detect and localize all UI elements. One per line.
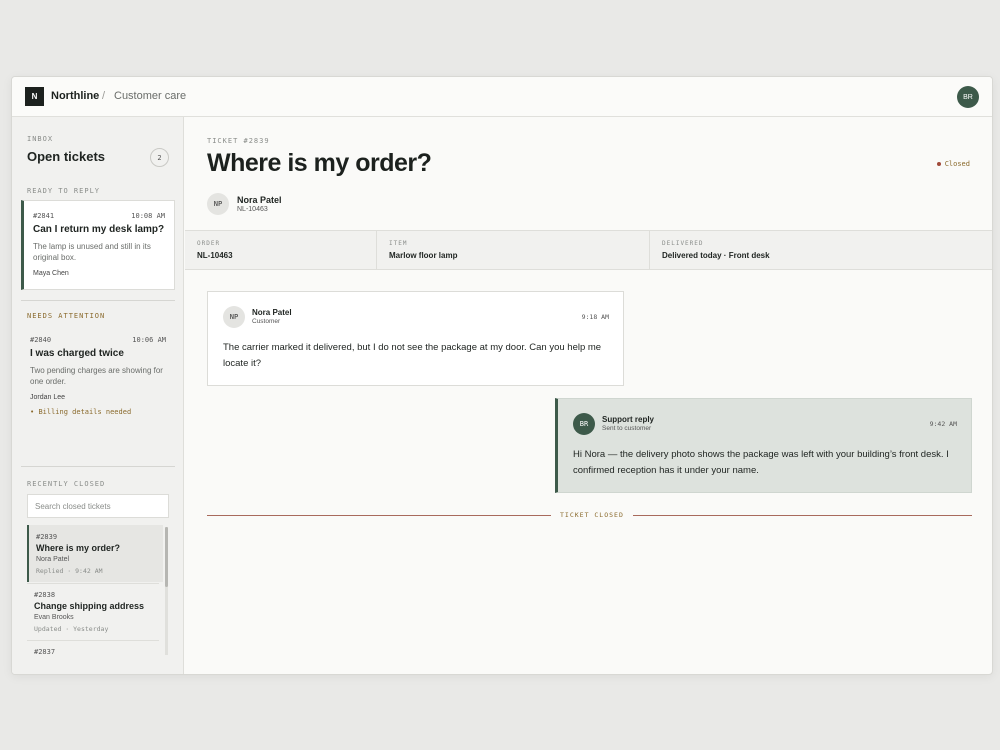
recently-closed-label: RECENTLY CLOSED [27, 480, 106, 488]
message-body: The carrier marked it delivered, but I d… [223, 342, 602, 369]
customer-avatar: NP [207, 193, 229, 215]
message-avatar: BR [573, 413, 595, 435]
detail-value: NL-10463 [197, 251, 233, 260]
open-count-badge: 2 [150, 148, 169, 167]
closed-search-input[interactable]: Search closed tickets [27, 494, 169, 518]
closed-ticket-id: #2837 [34, 648, 56, 656]
closed-ticket-2837[interactable]: #2837 [27, 640, 163, 657]
breadcrumb-separator: / [102, 90, 106, 102]
closed-list-scrollbar-thumb[interactable] [165, 527, 168, 587]
closed-ticket-customer: Nora Patel [36, 556, 70, 563]
detail-value: Marlow floor lamp [389, 251, 458, 260]
ticket-id: #2840 [30, 336, 52, 344]
closed-ticket-id: #2839 [36, 533, 58, 541]
ticket-description: The lamp is unused and still in its orig… [33, 242, 151, 262]
logo-icon[interactable]: N [25, 87, 44, 106]
ticket-detail: TICKET #2839 Where is my order? Closed N… [185, 117, 992, 674]
ticket-number-label: TICKET #2839 [207, 137, 270, 145]
closed-ticket-title: Change shipping address [34, 601, 145, 611]
customer-message: NP Nora Patel Customer 9:18 AM The carri… [207, 291, 624, 386]
detail-label: ITEM [389, 240, 408, 247]
message-avatar: NP [223, 306, 245, 328]
closed-ticket-id: #2838 [34, 591, 56, 599]
brand-name[interactable]: Northline [51, 90, 99, 102]
closed-ticket-2839[interactable]: #2839 Where is my order? Nora Patel Repl… [27, 525, 163, 582]
list-divider [27, 640, 159, 641]
closed-ticket-meta: Replied · 9:42 AM [36, 567, 103, 575]
closed-ticket-meta: Updated · Yesterday [34, 625, 109, 633]
status-dot-icon [936, 162, 941, 166]
billing-flag-text: Billing details needed [38, 408, 132, 416]
inbox-label: INBOX [27, 135, 54, 143]
ticket-title: Can I return my desk lamp? [33, 224, 165, 235]
detail-label: DELIVERED [662, 240, 704, 247]
detail-order: ORDER NL-10463 [185, 231, 376, 269]
sidebar: INBOX Open tickets 2 READY TO REPLY #284… [12, 117, 184, 674]
ticket-time: 10:08 AM [131, 212, 165, 220]
ticket-closed-marker: TICKET CLOSED [551, 511, 633, 519]
message-sender: Support reply [602, 415, 655, 424]
ticket-title: Where is my order? [207, 149, 432, 177]
ticket-card-2840[interactable]: #2840 10:06 AM I was charged twice Two p… [21, 327, 175, 419]
message-time: 9:42 AM [929, 420, 957, 428]
ticket-description: Two pending charges are showing for one … [30, 366, 163, 386]
detail-label: ORDER [197, 240, 221, 247]
list-divider [27, 583, 159, 584]
detail-item: ITEM Marlow floor lamp [376, 231, 649, 269]
message-time: 9:18 AM [581, 313, 609, 321]
section-divider [21, 300, 175, 301]
ready-to-reply-label: READY TO REPLY [27, 187, 101, 195]
message-role: Customer [252, 318, 281, 325]
status-text: Closed [944, 160, 970, 168]
ticket-customer: Jordan Lee [30, 394, 66, 401]
message-sender: Nora Patel [252, 308, 292, 317]
message-role: Sent to customer [602, 425, 652, 432]
customer-name[interactable]: Nora Patel [237, 195, 282, 205]
customer-id: NL-10463 [237, 206, 268, 213]
user-avatar[interactable]: BR [957, 86, 979, 108]
support-reply-message: BR Support reply Sent to customer 9:42 A… [555, 398, 972, 493]
ticket-time: 10:06 AM [132, 336, 166, 344]
closed-ticket-list[interactable]: #2839 Where is my order? Nora Patel Repl… [27, 525, 169, 657]
detail-delivered: DELIVERED Delivered today · Front desk [649, 231, 992, 269]
app-window: N Northline / Customer care BR INBOX Ope… [11, 76, 993, 675]
message-body: Hi Nora — the delivery photo shows the p… [573, 449, 949, 476]
open-tickets-title: Open tickets [27, 149, 106, 164]
closed-ticket-2838[interactable]: #2838 Change shipping address Evan Brook… [27, 583, 163, 640]
section-divider [21, 466, 175, 467]
detail-value: Delivered today · Front desk [662, 251, 770, 260]
closed-ticket-title: Where is my order? [36, 543, 121, 553]
ticket-id: #2841 [33, 212, 55, 220]
top-bar: N Northline / Customer care BR [12, 77, 992, 117]
ticket-title: I was charged twice [30, 348, 124, 359]
breadcrumb-section[interactable]: Customer care [114, 90, 186, 102]
ticket-customer: Maya Chen [33, 270, 69, 277]
status-badge: Closed [936, 160, 970, 168]
billing-flag: • Billing details needed [30, 408, 132, 416]
ticket-card-2841[interactable]: #2841 10:08 AM Can I return my desk lamp… [21, 200, 175, 290]
closed-ticket-customer: Evan Brooks [34, 614, 74, 621]
needs-attention-label: NEEDS ATTENTION [27, 312, 106, 320]
order-details-bar: ORDER NL-10463 ITEM Marlow floor lamp DE… [185, 230, 992, 270]
